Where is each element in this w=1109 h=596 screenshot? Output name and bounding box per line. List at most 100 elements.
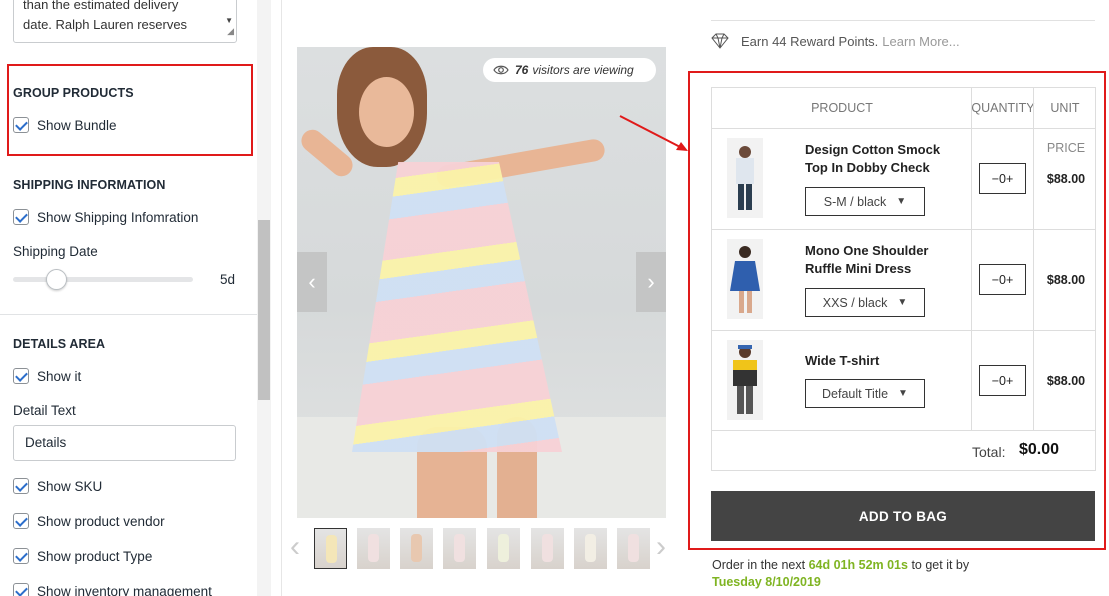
- learn-more-link[interactable]: Learn More...: [882, 34, 959, 49]
- settings-panel: than the estimated delivery date. Ralph …: [0, 0, 257, 596]
- product-name[interactable]: Wide T-shirt: [805, 352, 955, 370]
- product-main-image[interactable]: [297, 47, 666, 518]
- show-shipping-checkbox[interactable]: Show Shipping Infomration: [13, 208, 198, 226]
- visitors-badge: 76 visitors are viewing: [483, 58, 656, 82]
- details-area-title: DETAILS AREA: [13, 337, 106, 351]
- checkbox-checked-icon[interactable]: [13, 209, 29, 225]
- unit-price: $88.00: [1046, 172, 1086, 186]
- add-to-bag-button[interactable]: ADD TO BAG: [711, 491, 1095, 541]
- model-face: [359, 77, 414, 147]
- detail-text-label: Detail Text: [13, 403, 76, 418]
- total-label: Total:: [972, 444, 1006, 460]
- show-vendor-label: Show product vendor: [37, 513, 165, 529]
- detail-text-input[interactable]: Details: [13, 425, 236, 461]
- annotation-arrow-icon: [619, 115, 688, 151]
- thumbs-prev-icon[interactable]: ‹: [290, 532, 300, 562]
- thumbnail[interactable]: [617, 528, 650, 569]
- order-suffix: to get it by: [911, 558, 970, 572]
- reward-text: Earn 44 Reward Points.: [741, 33, 879, 49]
- gallery-prev-button[interactable]: ‹: [297, 252, 327, 312]
- visitors-text: visitors are viewing: [532, 63, 634, 77]
- slider-handle[interactable]: [46, 269, 67, 290]
- show-inventory-label: Show inventory management: [37, 583, 212, 596]
- unit-price: $88.00: [1046, 273, 1086, 287]
- thumbnail[interactable]: [443, 528, 476, 569]
- show-sku-checkbox[interactable]: Show SKU: [13, 477, 102, 495]
- show-it-checkbox[interactable]: Show it: [13, 367, 81, 385]
- panel-scrollbar-thumb[interactable]: [258, 220, 270, 400]
- visitors-count: 76: [515, 63, 529, 77]
- section-divider: [0, 314, 257, 315]
- show-shipping-label: Show Shipping Infomration: [37, 209, 199, 225]
- variant-value: S-M / black: [823, 194, 887, 209]
- bundle-table: PRODUCT QUANTITY UNIT Design Cotton Smoc…: [711, 87, 1096, 471]
- header-product: PRODUCT: [811, 101, 873, 115]
- product-thumbnail[interactable]: [727, 138, 763, 218]
- product-thumbnail[interactable]: [727, 239, 763, 319]
- thumbnail-strip: ‹ ›: [290, 528, 674, 570]
- checkbox-checked-icon[interactable]: [13, 548, 29, 564]
- variant-select[interactable]: XXS / black ▼: [805, 288, 925, 317]
- delivery-date: Tuesday 8/10/2019: [712, 575, 821, 589]
- quantity-stepper[interactable]: −0+: [979, 163, 1026, 194]
- total-value: $0.00: [1019, 441, 1060, 458]
- show-sku-label: Show SKU: [37, 478, 103, 494]
- tulle-dress: [352, 162, 562, 452]
- app-root: than the estimated delivery date. Ralph …: [0, 0, 1109, 596]
- product-name[interactable]: Design Cotton Smock Top In Dobby Check: [805, 141, 955, 177]
- row-divider: [712, 229, 1095, 230]
- unit-price: $88.00: [1046, 374, 1086, 388]
- checkbox-checked-icon[interactable]: [13, 513, 29, 529]
- textarea-line-2: date. Ralph Lauren reserves: [23, 17, 188, 32]
- chevron-down-icon: ▼: [898, 388, 908, 399]
- highlight-box-group-products: [7, 64, 253, 156]
- description-textarea[interactable]: than the estimated delivery date. Ralph …: [13, 0, 237, 43]
- column-divider: [971, 88, 972, 430]
- product-name[interactable]: Mono One Shoulder Ruffle Mini Dress: [805, 242, 955, 278]
- thumbnail[interactable]: [487, 528, 520, 569]
- countdown-timer: 64d 01h 52m 01s: [808, 558, 908, 572]
- show-type-checkbox[interactable]: Show product Type: [13, 547, 152, 565]
- eye-icon: [493, 65, 509, 75]
- header-unit: UNIT: [1050, 101, 1080, 115]
- row-divider: [712, 128, 1095, 129]
- show-vendor-checkbox[interactable]: Show product vendor: [13, 512, 165, 530]
- gallery-next-button[interactable]: ›: [636, 252, 666, 312]
- chevron-right-icon: ›: [647, 269, 655, 294]
- thumbnail[interactable]: [314, 528, 347, 569]
- show-type-label: Show product Type: [37, 548, 153, 564]
- shipping-date-label: Shipping Date: [13, 244, 98, 259]
- variant-value: XXS / black: [822, 295, 888, 310]
- thumbs-next-icon[interactable]: ›: [656, 532, 666, 562]
- show-inventory-checkbox[interactable]: Show inventory management: [13, 582, 212, 596]
- textarea-line-1: than the estimated delivery: [23, 0, 179, 12]
- thumbnail[interactable]: [574, 528, 607, 569]
- chevron-down-icon: ▼: [896, 196, 907, 207]
- thumbnail[interactable]: [357, 528, 390, 569]
- row-divider: [712, 330, 1095, 331]
- variant-select[interactable]: S-M / black ▼: [805, 187, 925, 216]
- resize-handle-icon[interactable]: ◢: [227, 21, 234, 41]
- quantity-stepper[interactable]: −0+: [979, 365, 1026, 396]
- quantity-stepper[interactable]: −0+: [979, 264, 1026, 295]
- thumbnail[interactable]: [531, 528, 564, 569]
- product-thumbnail[interactable]: [727, 340, 763, 420]
- chevron-down-icon: ▼: [897, 297, 908, 308]
- variant-select[interactable]: Default Title ▼: [805, 379, 925, 408]
- column-divider: [1033, 88, 1034, 430]
- header-quantity: QUANTITY: [971, 101, 1035, 115]
- reward-points: Earn 44 Reward Points. Learn More...: [711, 33, 960, 49]
- checkbox-checked-icon[interactable]: [13, 368, 29, 384]
- order-prefix: Order in the next: [712, 558, 806, 572]
- diamond-icon: [711, 33, 729, 49]
- chevron-left-icon: ‹: [308, 269, 316, 294]
- checkbox-checked-icon[interactable]: [13, 478, 29, 494]
- show-it-label: Show it: [37, 368, 82, 384]
- delivery-estimate: Order in the next 64d 01h 52m 01s to get…: [712, 557, 969, 591]
- top-divider: [711, 20, 1095, 21]
- shipping-date-slider[interactable]: [13, 277, 193, 282]
- checkbox-checked-icon[interactable]: [13, 583, 29, 596]
- thumbnail[interactable]: [400, 528, 433, 569]
- row-divider: [712, 430, 1095, 431]
- panel-divider: [281, 0, 282, 596]
